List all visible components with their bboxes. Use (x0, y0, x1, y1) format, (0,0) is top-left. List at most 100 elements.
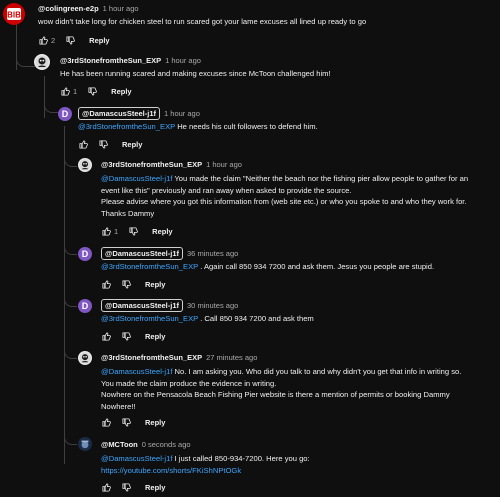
thumbs-up-icon[interactable] (60, 86, 70, 96)
comment-header: @3rdStonefromtheSun_EXP 1 hour ago (101, 160, 242, 169)
thumbs-down-icon[interactable] (121, 279, 131, 289)
comment-header: @colingreen-e2p 1 hour ago (38, 4, 139, 13)
comment-text-line: Please advise where you got this informa… (101, 197, 467, 207)
thumbs-up-icon[interactable] (101, 482, 111, 492)
comment-text-content: . Again call 850 934 7200 and ask them. … (198, 262, 435, 271)
comment-author[interactable]: @DamascusSteel-j1f (101, 247, 184, 260)
shorts-link[interactable]: https://youtube.com/shorts/FKiShNPtOGk (101, 465, 310, 477)
comment-actions: 1 Reply (60, 86, 132, 96)
thread-branch (64, 244, 77, 255)
comment-text: @DamascusSteel-j1f I just called 850-934… (101, 453, 310, 476)
avatar-image-icon (79, 438, 91, 450)
comment-author[interactable]: @3rdStonefromtheSun_EXP (101, 353, 202, 362)
comment-time[interactable]: 36 minutes ago (187, 249, 238, 258)
comment-author[interactable]: @colingreen-e2p (38, 4, 99, 13)
comment-text: @3rdStonefromtheSun_EXP . Call 850 934 7… (101, 313, 314, 325)
comment-actions: Reply (101, 279, 165, 289)
thumbs-down-icon[interactable] (98, 139, 108, 149)
like-count: 1 (73, 86, 78, 96)
thumbs-up-icon[interactable] (101, 331, 111, 341)
comment-text-line: You made the claim produce the evidence … (101, 378, 277, 388)
like-count: 2 (51, 35, 56, 45)
thumbs-up-icon[interactable] (101, 226, 111, 236)
thread-branch (16, 56, 35, 67)
avatar[interactable]: D (78, 299, 92, 313)
thumbs-down-icon[interactable] (65, 35, 75, 45)
mention-link[interactable]: @3rdStonefromtheSun_EXP (101, 262, 198, 271)
thread-branch (64, 348, 77, 359)
comment-actions: 1 Reply (101, 226, 173, 236)
comment-text-content: . Call 850 934 7200 and ask them (198, 314, 314, 323)
mention-link[interactable]: @DamascusSteel-j1f (101, 367, 172, 376)
thumbs-up-icon[interactable] (38, 35, 48, 45)
reply-button[interactable]: Reply (145, 332, 165, 341)
comment-author[interactable]: @3rdStonefromtheSun_EXP (60, 56, 161, 65)
thread-line-reply (44, 76, 45, 118)
comment-header: @DamascusSteel-j1f 36 minutes ago (101, 247, 238, 260)
reply-button[interactable]: Reply (145, 418, 165, 427)
comment-text: wow didn't take long for chicken steel t… (38, 17, 367, 26)
comment-header: @3rdStonefromtheSun_EXP 1 hour ago (60, 56, 201, 65)
thumbs-down-icon[interactable] (87, 86, 97, 96)
avatar[interactable] (78, 437, 92, 451)
thumbs-down-icon[interactable] (121, 331, 131, 341)
avatar[interactable] (78, 158, 92, 172)
comment-time[interactable]: 1 hour ago (165, 56, 201, 65)
comment-text-line: Thanks Dammy (101, 208, 155, 218)
svg-text:BIB: BIB (7, 11, 21, 20)
comment-text-line: event like this" previously and ran away… (101, 185, 352, 195)
avatar[interactable] (78, 351, 92, 365)
thread-branch (44, 100, 59, 113)
comment-actions: Reply (101, 331, 165, 341)
thumbs-down-icon[interactable] (128, 226, 138, 236)
thumbs-down-icon[interactable] (121, 417, 131, 427)
comment-header: @DamascusSteel-j1f 1 hour ago (78, 107, 200, 120)
mention-link[interactable]: @DamascusSteel-j1f (101, 174, 172, 183)
avatar[interactable]: D (78, 247, 92, 261)
mention-link[interactable]: @3rdStonefromtheSun_EXP (78, 122, 175, 131)
comment-time[interactable]: 1 hour ago (206, 160, 242, 169)
comment-header: @3rdStonefromtheSun_EXP 27 minutes ago (101, 353, 257, 362)
comment-author[interactable]: @MCToon (101, 440, 138, 449)
avatar-face-icon (35, 55, 49, 69)
thumbs-up-icon[interactable] (101, 279, 111, 289)
thumbs-up-icon[interactable] (78, 139, 88, 149)
thread-branch (64, 434, 77, 445)
comment-text-line: Nowhere!! (101, 401, 136, 411)
comment-time[interactable]: 30 minutes ago (187, 301, 238, 310)
comment-time[interactable]: 0 seconds ago (142, 440, 191, 449)
reply-button[interactable]: Reply (89, 36, 109, 45)
comment-actions: Reply (78, 139, 142, 149)
mention-link[interactable]: @DamascusSteel-j1f (101, 454, 172, 463)
thumbs-down-icon[interactable] (121, 482, 131, 492)
comment-actions: Reply (101, 482, 165, 492)
comment-actions: 2 Reply (38, 35, 110, 45)
reply-button[interactable]: Reply (145, 483, 165, 492)
comment-time[interactable]: 1 hour ago (103, 4, 139, 13)
comment-text: @3rdStonefromtheSun_EXP . Again call 850… (101, 261, 434, 273)
thumbs-up-icon[interactable] (101, 417, 111, 427)
comment-header: @DamascusSteel-j1f 30 minutes ago (101, 299, 238, 312)
comment-time[interactable]: 27 minutes ago (206, 353, 257, 362)
reply-button[interactable]: Reply (145, 280, 165, 289)
thread-branch (64, 296, 77, 307)
like-count: 1 (114, 226, 119, 236)
comment-time[interactable]: 1 hour ago (164, 109, 200, 118)
reply-button[interactable]: Reply (152, 227, 172, 236)
avatar[interactable] (34, 54, 50, 70)
comment-author[interactable]: @DamascusSteel-j1f (101, 299, 184, 312)
avatar[interactable]: D (58, 107, 72, 121)
reply-button[interactable]: Reply (111, 87, 131, 96)
comment-author[interactable]: @DamascusSteel-j1f (78, 107, 161, 120)
comment-text-content: He needs his cult followers to defend hi… (175, 122, 318, 131)
thread-line-nested (64, 126, 65, 464)
comment-author[interactable]: @3rdStonefromtheSun_EXP (101, 160, 202, 169)
comment-text: @3rdStonefromtheSun_EXP He needs his cul… (78, 121, 318, 133)
mention-link[interactable]: @3rdStonefromtheSun_EXP (101, 314, 198, 323)
comment-text-line: You made the claim "Neither the beach no… (172, 174, 469, 183)
reply-button[interactable]: Reply (122, 140, 142, 149)
comment-text: @DamascusSteel-j1f No. I am asking you. … (101, 366, 461, 412)
comment-text: @DamascusSteel-j1f You made the claim "N… (101, 173, 468, 219)
comment-text-content: I just called 850-934-7200. Here you go: (172, 454, 310, 463)
avatar[interactable]: BIB (3, 3, 25, 25)
